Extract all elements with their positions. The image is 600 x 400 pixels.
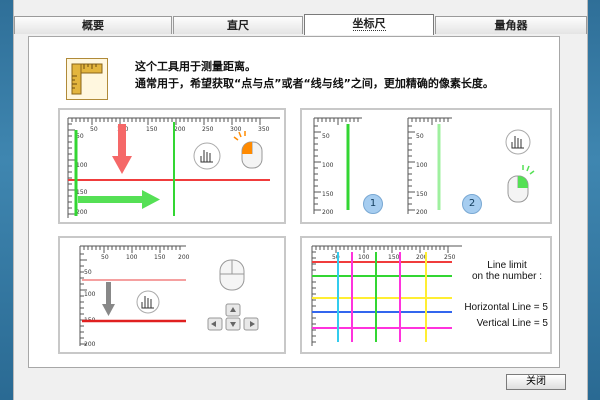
p1-tick-label: 150 bbox=[146, 126, 158, 133]
tab-coordinate-ruler-label: 坐标尺 bbox=[352, 17, 386, 31]
tab-ruler-label: 直尺 bbox=[227, 19, 249, 32]
p2-tick-label: 100 bbox=[322, 162, 334, 169]
line-limit-heading: Line limit on the number : bbox=[466, 260, 548, 282]
p1-tick-label: 50 bbox=[90, 126, 98, 133]
p1-tick-label: 250 bbox=[202, 126, 214, 133]
p1-tick-label: 200 bbox=[174, 126, 186, 133]
panel4-illustration: 50 100 150 200 250 bbox=[311, 245, 462, 346]
illustration-panel-drag-ruler: 50 100 150 200 250 300 350 50 100 150 20… bbox=[58, 108, 286, 224]
vertical-line-limit: Vertical Line = 5 bbox=[476, 318, 548, 329]
p3-ytick-label: 50 bbox=[84, 269, 92, 276]
p4-tick-label: 150 bbox=[388, 254, 400, 261]
p1-tick-label: 350 bbox=[258, 126, 270, 133]
illustration-panel-keyboard-adjust: 50 100 150 200 50 100 150 200 bbox=[58, 236, 286, 354]
p3-tick-label: 200 bbox=[178, 254, 190, 261]
p3-tick-label: 50 bbox=[101, 254, 109, 261]
panel2-illustration: 50 100 150 200 50 100 150 200 bbox=[313, 117, 535, 216]
description-line-1: 这个工具用于测量距离。 bbox=[135, 60, 256, 73]
p2-tick-label: 200 bbox=[416, 209, 428, 216]
horizontal-line-limit: Horizontal Line = 5 bbox=[464, 302, 548, 313]
p1-ytick-label: 100 bbox=[76, 162, 88, 169]
ruler-tool-icon bbox=[66, 58, 108, 100]
illustration-panel-click-steps: 50 100 150 200 50 100 150 200 1 2 bbox=[300, 108, 552, 224]
step-2-badge: 2 bbox=[462, 194, 482, 214]
p2-tick-label: 100 bbox=[416, 162, 428, 169]
tab-coordinate-ruler[interactable]: 坐标尺 bbox=[304, 14, 434, 35]
illustration-panel-line-limit: 50 100 150 200 250 Line limit on the num… bbox=[300, 236, 552, 354]
p4-tick-label: 250 bbox=[444, 254, 456, 261]
p2-tick-label: 150 bbox=[416, 191, 428, 198]
tab-bar: 概要 直尺 坐标尺 量角器 bbox=[14, 14, 587, 36]
p1-tick-label: 300 bbox=[230, 126, 242, 133]
p4-tick-label: 100 bbox=[358, 254, 370, 261]
p3-ytick-label: 100 bbox=[84, 291, 96, 298]
line-limit-subtext: on the number : bbox=[471, 271, 543, 282]
description-line-2: 通常用于，希望获取“点与点”或者“线与线”之间，更加精确的像素长度。 bbox=[135, 77, 494, 90]
tab-ruler[interactable]: 直尺 bbox=[173, 16, 303, 34]
p3-tick-label: 150 bbox=[154, 254, 166, 261]
p1-ytick-label: 200 bbox=[76, 209, 88, 216]
p3-ytick-label: 200 bbox=[84, 341, 96, 348]
p2-tick-label: 50 bbox=[416, 133, 424, 140]
description: 这个工具用于测量距离。 通常用于，希望获取“点与点”或者“线与线”之间，更加精确… bbox=[135, 58, 494, 92]
line-limit-text: Line limit bbox=[487, 260, 527, 271]
tab-protractor-label: 量角器 bbox=[494, 19, 528, 32]
tab-protractor[interactable]: 量角器 bbox=[435, 16, 587, 34]
p2-tick-label: 200 bbox=[322, 209, 334, 216]
panel1-illustration: 50 100 150 200 250 300 350 50 100 150 20… bbox=[67, 117, 280, 218]
p2-tick-label: 50 bbox=[322, 133, 330, 140]
panel3-illustration: 50 100 150 200 50 100 150 200 bbox=[79, 245, 259, 348]
tab-overview[interactable]: 概要 bbox=[14, 16, 172, 34]
close-button[interactable]: 关闭 bbox=[506, 374, 566, 390]
tab-overview-label: 概要 bbox=[82, 19, 104, 32]
step-1-badge: 1 bbox=[363, 194, 383, 214]
p3-tick-label: 100 bbox=[126, 254, 138, 261]
p1-ytick-label: 150 bbox=[76, 189, 88, 196]
p2-tick-label: 150 bbox=[322, 191, 334, 198]
